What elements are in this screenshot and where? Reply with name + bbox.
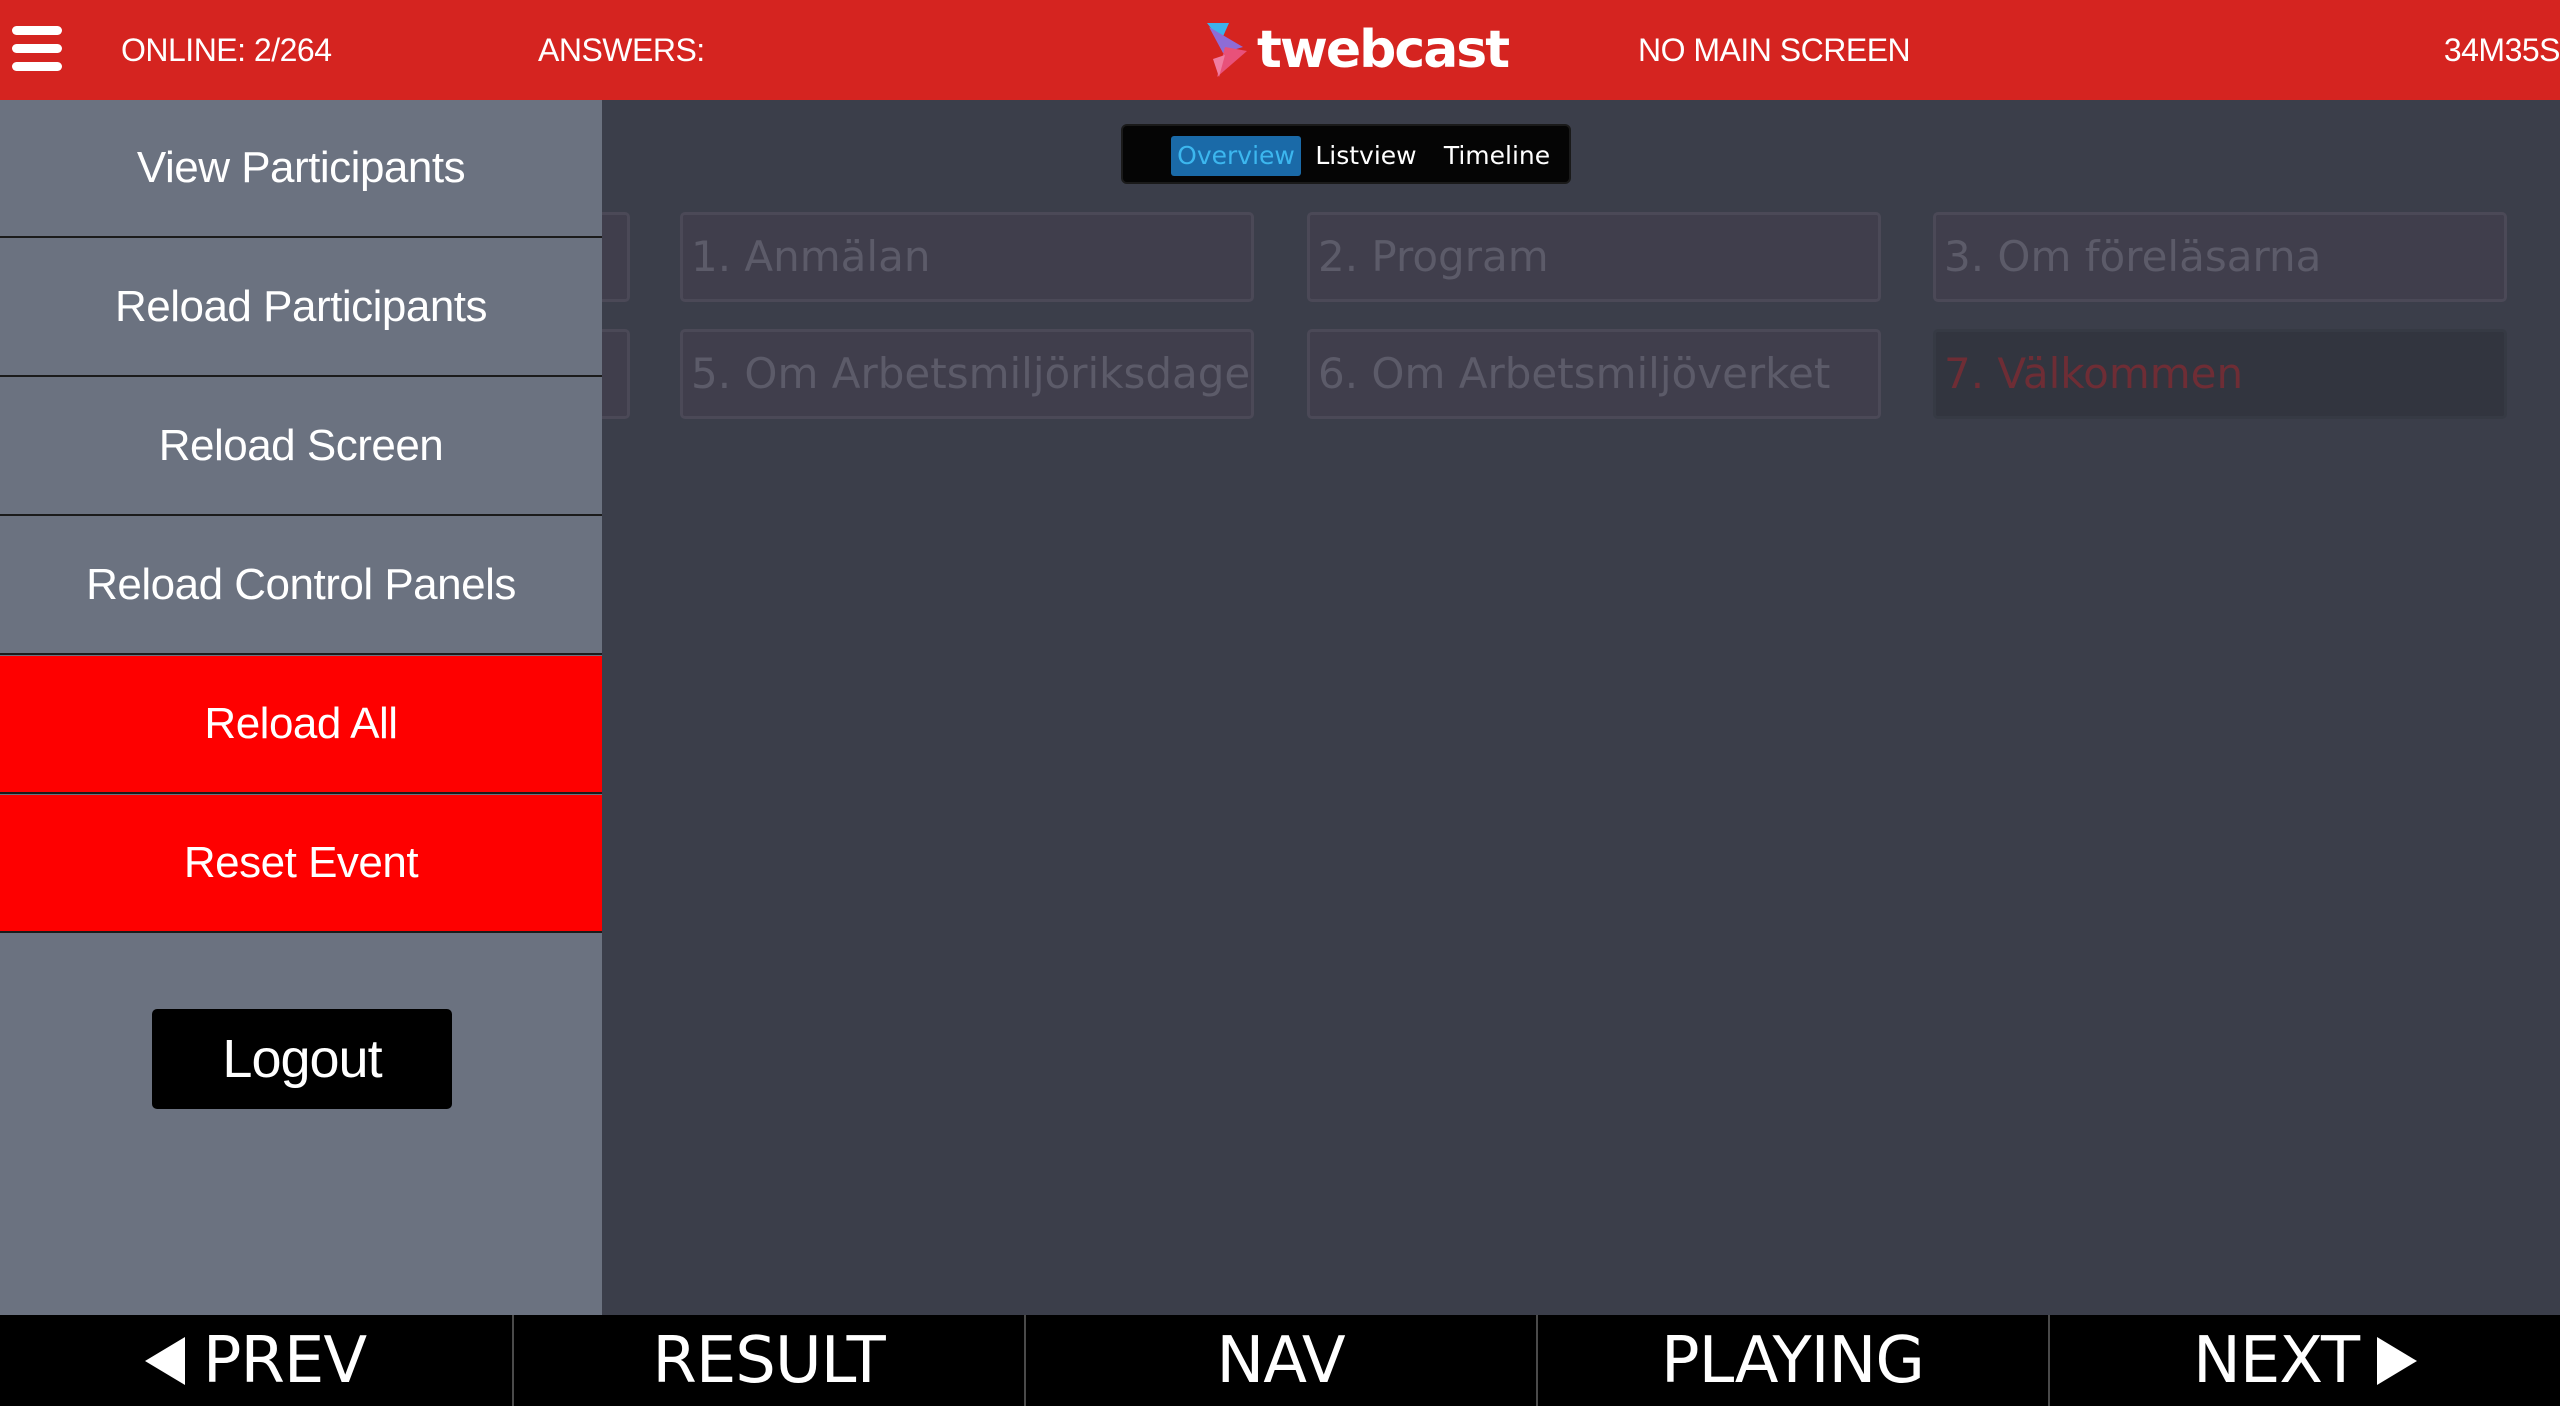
slide-tile[interactable]: 1. Anmälan [680, 212, 1254, 302]
tab-listview[interactable]: Listview [1311, 136, 1421, 176]
tab-timeline[interactable]: Timeline [1437, 136, 1557, 176]
nav-button[interactable]: NAV [1024, 1315, 1535, 1406]
bottom-control-bar: PREV RESULT NAV PLAYING NEXT [0, 1315, 2560, 1406]
next-triangle-icon [2377, 1336, 2418, 1385]
twebcast-logo-icon [1207, 23, 1247, 77]
view-switch: Overview Listview Timeline [1121, 124, 1571, 184]
app-root: ONLINE: 2/264 ANSWERS: twebcast NO MAIN … [0, 0, 2560, 1406]
reload-screen-button[interactable]: Reload Screen [0, 378, 602, 516]
reload-participants-button[interactable]: Reload Participants [0, 239, 602, 377]
prev-triangle-icon [144, 1336, 185, 1385]
playing-label: PLAYING [1661, 1323, 1925, 1398]
event-timer: 34M35S [2443, 32, 2560, 68]
hamburger-icon[interactable] [12, 24, 62, 74]
answers-count: ANSWERS: [538, 32, 705, 68]
slide-tile[interactable]: 3. Om föreläsarna [1933, 212, 2507, 302]
main-screen-status: NO MAIN SCREEN [1638, 32, 1911, 68]
prev-label: PREV [202, 1323, 367, 1398]
result-label: RESULT [652, 1323, 885, 1398]
tab-overview[interactable]: Overview [1171, 136, 1301, 176]
logo-text: twebcast [1257, 20, 1510, 80]
view-participants-button[interactable]: View Participants [0, 100, 602, 238]
slide-tile-current[interactable]: 7. Välkommen [1933, 329, 2507, 419]
top-header: ONLINE: 2/264 ANSWERS: twebcast NO MAIN … [0, 0, 2560, 100]
reset-event-button[interactable]: Reset Event [0, 795, 602, 933]
next-label: NEXT [2192, 1323, 2360, 1398]
result-button[interactable]: RESULT [512, 1315, 1023, 1406]
nav-label: NAV [1216, 1323, 1345, 1398]
next-button[interactable]: NEXT [2048, 1315, 2560, 1406]
slide-tile[interactable]: 2. Program [1307, 212, 1881, 302]
twebcast-logo: twebcast [1203, 18, 1510, 82]
reload-control-panels-button[interactable]: Reload Control Panels [0, 517, 602, 655]
logout-button[interactable]: Logout [152, 1009, 452, 1109]
side-menu: View Participants Reload Participants Re… [0, 100, 602, 1315]
slide-tile[interactable]: 5. Om Arbetsmiljöriksdagen [680, 329, 1254, 419]
playing-button[interactable]: PLAYING [1536, 1315, 2047, 1406]
slide-tile[interactable]: 6. Om Arbetsmiljöverket [1307, 329, 1881, 419]
online-count: ONLINE: 2/264 [121, 32, 332, 68]
reload-all-button[interactable]: Reload All [0, 656, 602, 794]
prev-button[interactable]: PREV [0, 1315, 511, 1406]
